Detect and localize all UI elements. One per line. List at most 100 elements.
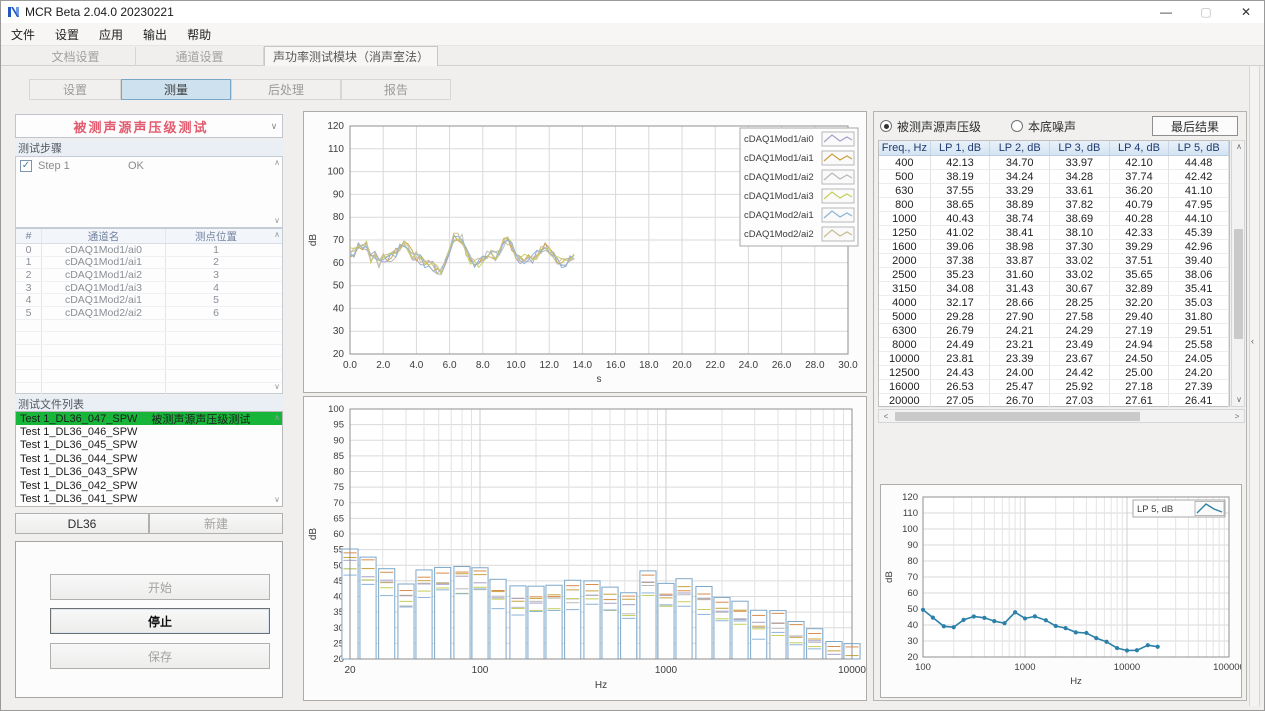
save-button[interactable]: 保存 (50, 643, 270, 669)
minimize-button[interactable]: — (1146, 1, 1186, 23)
panel-collapse-splitter[interactable]: ‹ (1249, 66, 1260, 706)
table-row[interactable]: 1000023.8123.3923.6724.5024.05 (879, 352, 1229, 366)
dl36-button[interactable]: DL36 (15, 513, 149, 534)
scroll-right-icon[interactable]: > (1230, 410, 1244, 423)
subtab-measure[interactable]: 测量 (121, 79, 231, 100)
scrollbar-thumb[interactable] (895, 412, 1140, 421)
table-row[interactable]: 100040.4338.7438.6940.2844.10 (879, 212, 1229, 226)
table-row[interactable] (16, 383, 282, 396)
menu-item-apply[interactable]: 应用 (89, 23, 133, 46)
table-row[interactable]: 315034.0831.4330.6732.8935.41 (879, 282, 1229, 296)
cell: 40.79 (1110, 198, 1170, 212)
cell: 4 (166, 282, 266, 294)
results-panel: 被测声源声压级 本底噪声 最后结果 Freq., HzLP 1, dBLP 2,… (873, 111, 1247, 701)
table-horizontal-scrollbar[interactable]: < > (878, 409, 1245, 423)
file-list-item[interactable]: Test 1_DL36_044_SPW (16, 452, 282, 465)
final-result-button[interactable]: 最后结果 (1152, 116, 1238, 136)
stop-button[interactable]: 停止 (50, 608, 270, 634)
menu-item-help[interactable]: 帮助 (177, 23, 221, 46)
table-vertical-scrollbar[interactable]: ∧ ∨ (1231, 140, 1245, 407)
table-row[interactable]: 50038.1934.2434.2837.7442.42 (879, 170, 1229, 184)
file-list-item[interactable]: Test 1_DL36_043_SPW (16, 466, 282, 479)
subtab-setup[interactable]: 设置 (29, 79, 121, 100)
cell (166, 370, 266, 382)
table-row[interactable] (16, 357, 282, 370)
file-list-item[interactable]: Test 1_DL36_047_SPW被测声源声压级测试 (16, 412, 282, 425)
table-row[interactable]: 630026.7924.2124.2927.1929.51 (879, 324, 1229, 338)
file-list-item[interactable]: Test 1_DL36_045_SPW (16, 439, 282, 452)
menu-item-output[interactable]: 输出 (133, 23, 177, 46)
table-row[interactable]: 2cDAQ1Mod1/ai23 (16, 269, 282, 282)
table-row[interactable]: 80038.6538.8937.8240.7947.95 (879, 198, 1229, 212)
cell: 25.00 (1110, 366, 1170, 380)
svg-text:70: 70 (907, 572, 918, 583)
table-row[interactable]: 5cDAQ1Mod2/ai26 (16, 307, 282, 320)
svg-text:30: 30 (333, 326, 345, 337)
file-list-item[interactable]: Test 1_DL36_046_SPW (16, 425, 282, 438)
maximize-button[interactable]: ▢ (1186, 1, 1226, 23)
file-list-item[interactable]: Test 1_DL36_041_SPW (16, 492, 282, 505)
table-row[interactable] (16, 320, 282, 333)
svg-text:20: 20 (333, 349, 345, 360)
table-row[interactable]: 3cDAQ1Mod1/ai34 (16, 282, 282, 295)
start-button[interactable]: 开始 (50, 574, 270, 600)
tab-channel-settings[interactable]: 通道设置 (136, 47, 264, 66)
table-row[interactable] (16, 345, 282, 358)
table-row[interactable]: 500029.2827.9027.5829.4031.80 (879, 310, 1229, 324)
table-row[interactable]: 40042.1334.7033.9742.1044.48 (879, 156, 1229, 170)
svg-text:30.0: 30.0 (838, 360, 858, 371)
cell: 4 (16, 294, 42, 306)
table-row[interactable]: 200037.3833.8733.0237.5139.40 (879, 254, 1229, 268)
file-list-item[interactable]: Test 1_DL36_042_SPW (16, 479, 282, 492)
new-file-button[interactable]: 新建 (149, 513, 283, 534)
scroll-up-icon[interactable]: ∧ (274, 159, 280, 167)
scroll-down-icon[interactable]: ∨ (1232, 394, 1246, 406)
scroll-left-icon[interactable]: < (879, 410, 893, 423)
table-row[interactable]: 0cDAQ1Mod1/ai01 (16, 244, 282, 257)
radio-background-noise[interactable] (1011, 120, 1023, 132)
table-row[interactable]: 2000027.0526.7027.0327.6126.41 (879, 394, 1229, 408)
table-row[interactable]: 63037.5533.2933.6136.2041.10 (879, 184, 1229, 198)
scroll-down-icon[interactable]: ∨ (274, 383, 280, 391)
scrollbar-thumb[interactable] (1234, 229, 1243, 339)
subtab-postprocess[interactable]: 后处理 (231, 79, 341, 100)
cell: 24.50 (1110, 352, 1170, 366)
cell: 33.87 (990, 254, 1050, 268)
scroll-up-icon[interactable]: ∧ (274, 414, 280, 422)
table-row[interactable]: 400032.1728.6628.2532.2035.03 (879, 296, 1229, 310)
table-row[interactable]: 125041.0238.4138.1042.3345.39 (879, 226, 1229, 240)
channel-table[interactable]: #通道名测点位置0cDAQ1Mod1/ai011cDAQ1Mod1/ai122c… (15, 228, 283, 394)
svg-text:28.0: 28.0 (805, 360, 825, 371)
cell: cDAQ1Mod2/ai1 (42, 294, 166, 306)
scroll-up-icon[interactable]: ∧ (1232, 141, 1246, 153)
table-row[interactable]: 1cDAQ1Mod1/ai12 (16, 257, 282, 270)
table-row[interactable]: 4cDAQ1Mod2/ai15 (16, 294, 282, 307)
lp-results-table[interactable]: Freq., HzLP 1, dBLP 2, dBLP 3, dBLP 4, d… (878, 140, 1230, 407)
test-file-list[interactable]: Test 1_DL36_047_SPW被测声源声压级测试Test 1_DL36_… (15, 411, 283, 507)
step-status: OK (128, 160, 144, 172)
menu-item-settings[interactable]: 设置 (45, 23, 89, 46)
test-type-dropdown[interactable]: 被测声源声压级测试 ∨ (15, 114, 283, 138)
svg-text:85: 85 (333, 451, 344, 462)
tab-sound-power-module[interactable]: 声功率测试模块（消声室法） (264, 46, 438, 66)
table-row[interactable]: 1250024.4324.0024.4225.0024.20 (879, 366, 1229, 380)
table-row[interactable] (16, 332, 282, 345)
scroll-up-icon[interactable]: ∧ (274, 231, 280, 239)
step-row[interactable]: ✓Step 1OK (16, 157, 282, 174)
steps-list[interactable]: ✓Step 1OK∧ ∨ (15, 156, 283, 228)
table-row[interactable]: 250035.2331.6033.0235.6538.06 (879, 268, 1229, 282)
table-row[interactable]: 800024.4923.2123.4924.9425.58 (879, 338, 1229, 352)
step-checkbox[interactable]: ✓ (20, 160, 32, 172)
table-row[interactable] (16, 370, 282, 383)
menu-item-file[interactable]: 文件 (1, 23, 45, 46)
scroll-down-icon[interactable]: ∨ (274, 496, 280, 504)
subtab-report[interactable]: 报告 (341, 79, 451, 100)
radio-source-levels[interactable] (880, 120, 892, 132)
cell: 38.10 (1050, 226, 1110, 240)
table-row[interactable]: 1600026.5325.4725.9227.1827.39 (879, 380, 1229, 394)
tab-doc-settings[interactable]: 文档设置 (16, 47, 136, 66)
cell: 35.65 (1110, 268, 1170, 282)
scroll-down-icon[interactable]: ∨ (274, 217, 280, 225)
close-button[interactable]: ✕ (1226, 1, 1265, 23)
table-row[interactable]: 160039.0638.9837.3039.2942.96 (879, 240, 1229, 254)
